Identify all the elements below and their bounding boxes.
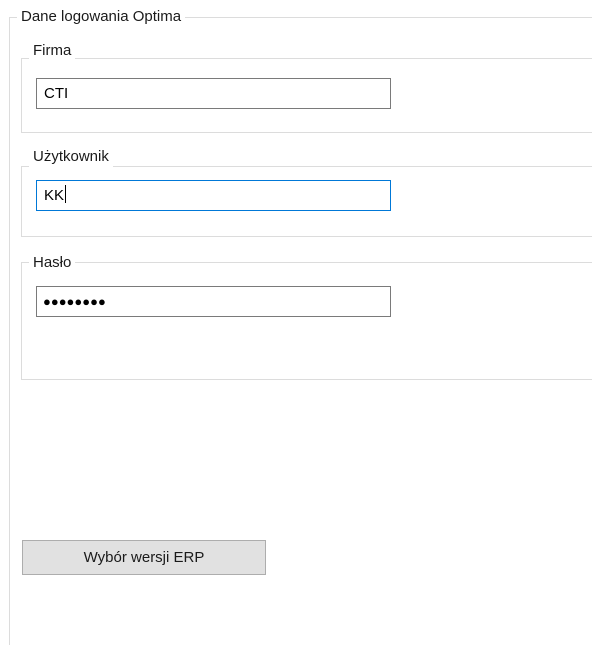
haslo-group [21,262,592,380]
uzytkownik-label: Użytkownik [29,147,113,167]
haslo-masked-value: ●●●●●●●● [43,294,106,309]
haslo-input[interactable]: ●●●●●●●● [36,286,391,317]
firma-value: CTI [44,85,69,102]
firma-input[interactable]: CTI [36,78,391,109]
uzytkownik-input[interactable]: KK [36,180,391,211]
optima-login-panel: Dane logowania Optima Firma CTI Użytkown… [0,0,592,645]
groupbox-title: Dane logowania Optima [17,7,186,27]
haslo-label: Hasło [29,253,76,273]
firma-label: Firma [29,41,76,61]
wybor-wersji-erp-button[interactable]: Wybór wersji ERP [22,540,266,575]
uzytkownik-value: KK [44,187,65,204]
text-caret [65,185,67,203]
